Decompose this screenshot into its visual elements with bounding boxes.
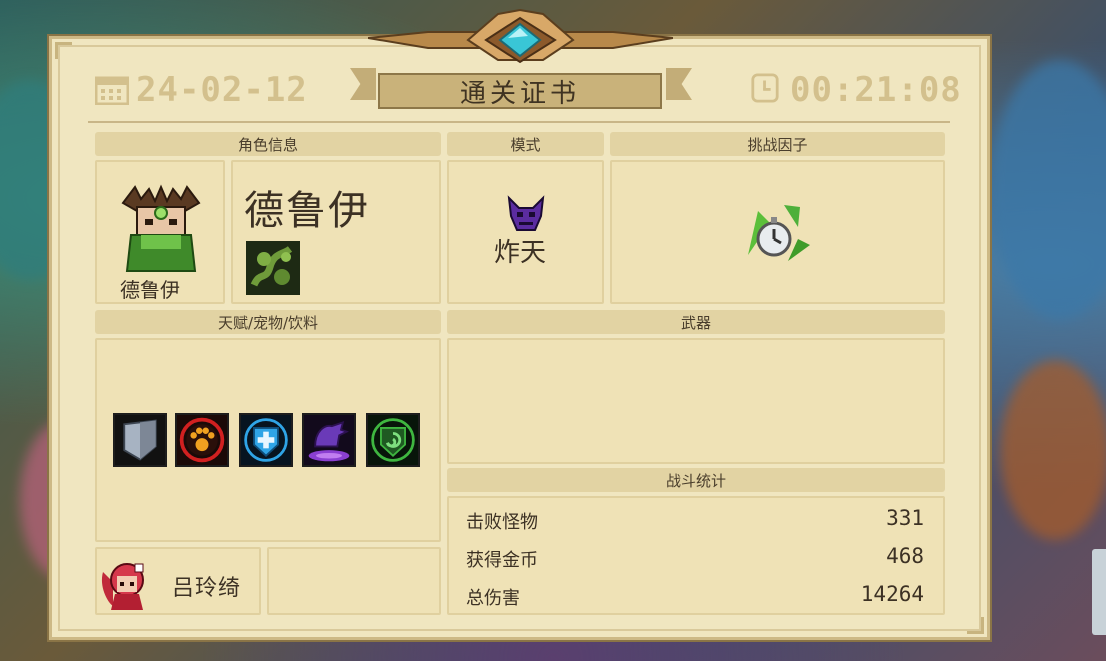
section-header-weapons: 武器	[447, 310, 945, 334]
stat-label-damage: 总伤害	[466, 588, 520, 609]
stat-value-damage: 14264	[860, 582, 924, 606]
green-swirl-shield-icon[interactable]	[366, 413, 420, 467]
pet-name: 吕玲绮	[172, 576, 242, 601]
weapons-box	[447, 338, 945, 464]
section-header-mode: 模式	[447, 132, 604, 156]
clock-icon	[751, 73, 779, 103]
divider	[88, 121, 950, 123]
section-header-character-info: 角色信息	[95, 132, 441, 156]
background-blob	[1000, 360, 1106, 540]
date-text: 24-02-12	[136, 70, 308, 110]
stat-label-kills: 击败怪物	[466, 512, 538, 533]
stat-value-gold: 468	[886, 544, 924, 568]
time-text: 00:21:08	[790, 70, 962, 110]
character-name: 德鲁伊	[244, 188, 370, 234]
corner-ornament	[55, 42, 72, 59]
blue-cross-shield-icon[interactable]	[239, 413, 293, 467]
red-hair-companion-icon	[101, 563, 144, 610]
calendar-icon	[95, 76, 129, 105]
druid-portrait-icon	[121, 184, 201, 272]
section-header-battle-stats: 战斗统计	[447, 468, 945, 492]
empty-slot-box[interactable]	[267, 547, 441, 615]
stat-label-gold: 获得金币	[466, 550, 538, 571]
certificate-title: 通关证书	[378, 73, 662, 109]
paw-icon[interactable]	[175, 413, 229, 467]
section-header-talents: 天赋/宠物/饮料	[95, 310, 441, 334]
stat-value-kills: 331	[886, 506, 924, 530]
background-blob	[990, 60, 1106, 320]
side-tab[interactable]	[1092, 549, 1106, 635]
gem-crest-icon	[368, 8, 673, 64]
mode-name: 炸天	[494, 238, 547, 268]
section-header-challenge-factors: 挑战因子	[610, 132, 945, 156]
purple-hand-icon[interactable]	[302, 413, 356, 467]
vine-skill-icon[interactable]	[246, 241, 300, 295]
demon-mask-icon	[507, 195, 545, 231]
character-portrait-name: 德鲁伊	[120, 278, 180, 302]
stopwatch-arrows-icon[interactable]	[744, 203, 812, 265]
corner-ornament	[967, 617, 984, 634]
shield-armor-icon[interactable]	[113, 413, 167, 467]
